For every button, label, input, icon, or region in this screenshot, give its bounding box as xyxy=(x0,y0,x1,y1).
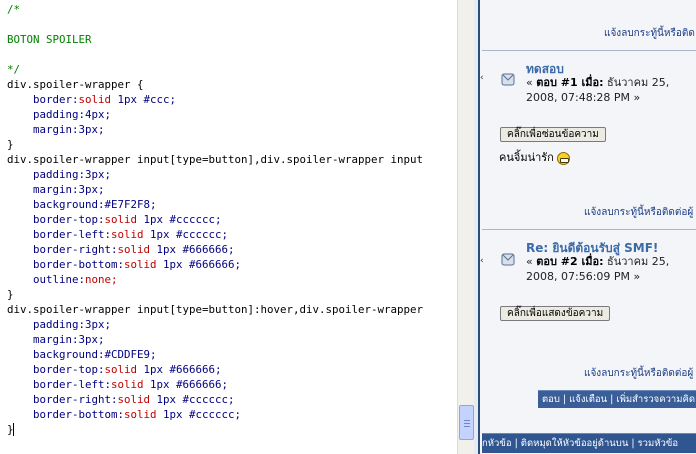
code-line: border-top:solid 1px #cccccc; xyxy=(33,213,222,226)
report-post-link[interactable]: แจ้งลบกระทู้นี้หรือติดต่อผู้ xyxy=(584,366,693,381)
post-meta: « ตอบ #1 เมื่อ: ธันวาคม 25, 2008, 07:48:… xyxy=(526,76,670,104)
post-separator xyxy=(482,50,696,51)
moderation-bar[interactable]: กหัวข้อ | ติดหมุดให้หัวข้ออยู่ด้านบน | ร… xyxy=(482,433,696,453)
code-line: border:solid 1px #ccc; xyxy=(33,93,177,106)
code-line: margin:3px; xyxy=(33,123,105,136)
spoiler-toggle-button[interactable]: คลิ๊กเพื่อซ่อนข้อความ xyxy=(500,127,606,142)
post-body: คนจิ้มน่ารัก xyxy=(499,148,570,166)
code-line: outline:none; xyxy=(33,273,118,286)
code-line: margin:3px; xyxy=(33,183,105,196)
code-line: padding:3px; xyxy=(33,318,112,331)
code-line: border-left:solid 1px #666666; xyxy=(33,378,229,391)
code-line: div.spoiler-wrapper input[type=button]:h… xyxy=(7,303,424,316)
code-line: background:#E7F2F8; xyxy=(33,198,157,211)
text-caret xyxy=(13,423,14,436)
spoiler-toggle-button[interactable]: คลิ๊กเพื่อแสดงข้อความ xyxy=(500,306,611,321)
arrow-icon: ‹ xyxy=(480,256,484,266)
code-line: padding:4px; xyxy=(33,108,112,121)
code-editor[interactable]: /* BOTON SPOILER */ div.spoiler-wrapper {… xyxy=(0,0,457,454)
code-line: margin:3px; xyxy=(33,333,105,346)
report-post-link[interactable]: แจ้งลบกระทู้นี้หรือติด xyxy=(604,26,695,41)
code-line: border-right:solid 1px #cccccc; xyxy=(33,393,235,406)
code-line: */ xyxy=(7,63,21,76)
code-line: } xyxy=(7,423,14,436)
arrow-icon: ‹ xyxy=(480,73,484,83)
post-separator xyxy=(482,229,696,230)
code-line: BOTON SPOILER xyxy=(7,33,92,46)
code-line: border-left:solid 1px #cccccc; xyxy=(33,228,229,241)
code-line: border-right:solid 1px #666666; xyxy=(33,243,235,256)
code-line: div.spoiler-wrapper { xyxy=(7,78,144,91)
code-line: border-bottom:solid 1px #cccccc; xyxy=(33,408,242,421)
code-line: div.spoiler-wrapper input[type=button],d… xyxy=(7,153,424,166)
smiley-icon xyxy=(556,151,570,165)
code-line: background:#CDDFE9; xyxy=(33,348,157,361)
code-line: /* xyxy=(7,3,21,16)
forum-pane: แจ้งลบกระทู้นี้หรือติด ‹ ทดสอบ « ตอบ #1 … xyxy=(474,0,696,454)
post-message-icon xyxy=(501,253,515,266)
code-text[interactable]: /* BOTON SPOILER */ div.spoiler-wrapper {… xyxy=(7,2,423,437)
post-meta: « ตอบ #2 เมื่อ: ธันวาคม 25, 2008, 07:56:… xyxy=(526,255,670,283)
code-line: padding:3px; xyxy=(33,168,112,181)
code-line: } xyxy=(7,288,14,301)
report-post-link[interactable]: แจ้งลบกระทู้นี้หรือติดต่อผู้ xyxy=(584,205,693,220)
code-line: border-bottom:solid 1px #666666; xyxy=(33,258,242,271)
code-line: } xyxy=(7,138,14,151)
scrollbar-thumb[interactable] xyxy=(459,405,474,440)
editor-vertical-scrollbar[interactable] xyxy=(457,0,475,454)
forum-thread: แจ้งลบกระทู้นี้หรือติด ‹ ทดสอบ « ตอบ #1 … xyxy=(478,0,696,454)
post-action-bar[interactable]: ตอบ | แจ้งเตือน | เพิ่มสำรวจความคิด xyxy=(538,390,696,408)
code-line: border-top:solid 1px #666666; xyxy=(33,363,222,376)
post-message-icon xyxy=(501,73,515,86)
